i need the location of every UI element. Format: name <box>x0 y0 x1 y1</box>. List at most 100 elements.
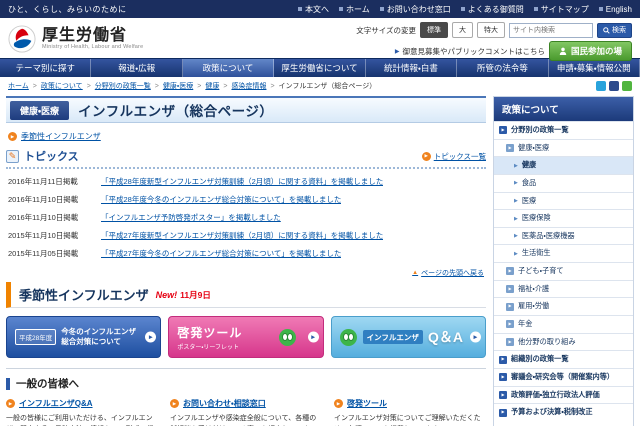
site-search-input[interactable] <box>509 22 593 38</box>
up-arrow-icon: ▲ <box>412 270 419 276</box>
sidebar-nav: ▶ 分野別の政策一覧 ▶ 健康・医療 ▶ 健康 ▶ 食品 ▶ 医療 ▶ 医療保険 ▶ 医薬品・… <box>494 121 633 421</box>
news-link[interactable]: 「平成27年度新型インフルエンザ対策訓練（2月頃）に関する資料」を掲載しました <box>101 230 383 241</box>
arrow-square-icon: ▶ <box>506 338 514 346</box>
topics-list-link[interactable]: トピックス一覧 <box>434 151 486 162</box>
banner-qa-text: Q＆A <box>427 329 463 345</box>
bullet-icon <box>598 7 603 11</box>
nav-item-about[interactable]: 厚生労働省について <box>274 59 366 77</box>
utility-link-main-content[interactable]: 本文へ <box>297 4 329 15</box>
sidebar-heading: 政策について <box>494 97 633 121</box>
font-size-standard-button[interactable]: 標準 <box>420 22 448 38</box>
sidebar-item-other-fields[interactable]: ▶ 他分野の取り組み <box>494 332 633 351</box>
sidebar-item-policy-by-org[interactable]: ▶ 組織別の政策一覧 <box>494 350 633 368</box>
banner-winter-countermeasures[interactable]: 平成28年度 今冬のインフルエンザ 総合対策について ▶ <box>6 316 162 358</box>
sidebar-item-policy-evaluation[interactable]: ▶ 政策評価・独立行政法人評価 <box>494 385 633 404</box>
banner-influenza-qa[interactable]: インフルエンザ Q＆A ▶ <box>330 316 486 358</box>
utility-link-contact[interactable]: お問い合わせ窓口 <box>379 4 451 15</box>
utility-links: 本文へ ホーム お問い合わせ窓口 よくある御質問 サイトマップ English <box>297 4 632 15</box>
general-heading: 一般の皆様へ <box>16 378 79 390</box>
sidebar-item-policy-by-field[interactable]: ▶ 分野別の政策一覧 <box>494 121 633 139</box>
sidebar-item-health-medical[interactable]: ▶ 健康・医療 <box>494 138 633 157</box>
sidebar-item-medical[interactable]: ▶ 医療 <box>494 191 633 210</box>
nav-item-statistics[interactable]: 統計情報・白書 <box>366 59 458 77</box>
breadcrumb-infection-info[interactable]: 感染症情報 <box>231 81 266 91</box>
banner-row: 平成28年度 今冬のインフルエンザ 総合対策について ▶ 啓発ツール ポスター・… <box>6 316 486 358</box>
seasonal-influenza-anchor-link[interactable]: 季節性インフルエンザ <box>21 131 101 142</box>
contact-consultation-link[interactable]: お問い合わせ・相談窓口 <box>183 398 266 409</box>
seasonal-heading: 季節性インフルエンザ <box>19 288 149 303</box>
sidebar-item-pension[interactable]: ▶ 年金 <box>494 315 633 333</box>
sidebar-item-pharmaceuticals[interactable]: ▶ 医薬品・医療機器 <box>494 226 633 245</box>
sidebar-item-welfare-care[interactable]: ▶ 福祉・介護 <box>494 279 633 298</box>
utility-link-home[interactable]: ホーム <box>338 4 370 15</box>
nav-item-laws[interactable]: 所管の法令等 <box>457 59 549 77</box>
arrow-square-icon: ▶ <box>499 355 507 364</box>
nav-item-press[interactable]: 報道・広報 <box>91 59 183 77</box>
font-size-xlarge-button[interactable]: 特大 <box>477 22 505 38</box>
back-to-top-link[interactable]: ▲ ページの先頭へ戻る <box>412 268 484 278</box>
influenza-qa-link[interactable]: インフルエンザQ&A <box>19 398 93 409</box>
nav-item-themes[interactable]: テーマ別に探す <box>0 59 92 77</box>
search-button[interactable]: 検索 <box>597 22 632 38</box>
triangle-icon: ▶ <box>394 48 400 55</box>
banner-text: 啓発ツール ポスター・リーフレット <box>177 325 243 351</box>
bullet-icon <box>338 7 343 11</box>
arrow-icon: ▶ <box>514 233 518 240</box>
news-link[interactable]: 「平成27年度今冬のインフルエンザ総合対策について」を掲載しました <box>101 248 341 259</box>
breadcrumb-current: インフルエンザ（総合ページ） <box>278 83 377 90</box>
sidebar-item-budget[interactable]: ▶ 予算および決算・税制改正 <box>494 403 633 421</box>
breadcrumb-home[interactable]: ホーム <box>8 81 29 91</box>
arrow-icon: ▶ <box>514 162 518 169</box>
news-list: 2016年11月11日掲載 「平成28年度新型インフルエンザ対策訓練（2月頃）に… <box>6 172 486 262</box>
utility-link-sitemap[interactable]: サイトマップ <box>533 4 589 15</box>
nav-item-policy[interactable]: 政策について <box>182 59 275 77</box>
page-title: インフルエンザ（総合ページ） <box>78 104 274 119</box>
breadcrumb-health-medical[interactable]: 健康・医療 <box>163 81 193 91</box>
mhlw-logo[interactable]: 厚生労働省 Ministry of Health, Labour and Wel… <box>8 21 143 56</box>
policy-sidebar: 政策について ▶ 分野別の政策一覧 ▶ 健康・医療 ▶ 健康 ▶ 食品 ▶ 医療 ▶ 医療保… <box>493 96 634 426</box>
awareness-tools-link[interactable]: 啓発ツール <box>347 398 387 409</box>
breadcrumb-health[interactable]: 健康 <box>205 81 219 91</box>
font-size-large-button[interactable]: 大 <box>452 22 473 38</box>
sidebar-item-medical-insurance[interactable]: ▶ 医療保険 <box>494 209 633 227</box>
sidebar-item-food[interactable]: ▶ 食品 <box>494 173 633 192</box>
utility-link-faq[interactable]: よくある御質問 <box>460 4 524 15</box>
news-item: 2016年11月10日掲載 「平成28年度今冬のインフルエンザ総合対策について」… <box>6 190 486 208</box>
sidebar-item-health[interactable]: ▶ 健康 <box>494 156 633 174</box>
breadcrumb-policy-list[interactable]: 分野別の政策一覧 <box>95 81 151 91</box>
share-icon[interactable] <box>622 81 632 91</box>
banner-text: インフルエンザ <box>362 330 423 344</box>
banner-awareness-tools[interactable]: 啓発ツール ポスター・リーフレット ▶ <box>168 316 324 358</box>
breadcrumb-policy[interactable]: 政策について <box>41 81 83 91</box>
share-icon[interactable] <box>609 81 619 91</box>
nav-item-applications[interactable]: 申請・募集・情報公開 <box>549 59 640 77</box>
news-link[interactable]: 「平成28年度今冬のインフルエンザ総合対策について」を掲載しました <box>101 194 341 205</box>
general-column-contact: ▶ お問い合わせ・相談窓口 インフルエンザや感染症全般について、各種の御相談を受… <box>170 398 322 426</box>
breadcrumb-separator: > <box>154 82 159 90</box>
sidebar-item-environmental-health[interactable]: ▶ 生活衛生 <box>494 244 633 263</box>
share-icon[interactable] <box>596 81 606 91</box>
news-date: 2015年11月10日掲載 <box>8 230 79 240</box>
category-badge: 健康・医療 <box>10 100 70 120</box>
pencil-icon: ✎ <box>6 149 19 163</box>
mascot-icon <box>339 328 357 346</box>
news-link[interactable]: 「インフルエンザ予防啓発ポスター」を掲載しました <box>101 212 281 223</box>
magnifier-icon <box>603 26 610 34</box>
news-link[interactable]: 「平成28年度新型インフルエンザ対策訓練（2月頃）に関する資料」を掲載しました <box>101 176 383 187</box>
citizen-participation-button[interactable]: 国民参加の場 <box>548 41 632 61</box>
public-comment-link[interactable]: ▶ 御意見募集やパブリックコメントはこちら <box>395 46 545 57</box>
general-columns: ▶ インフルエンザQ&A 一般の皆様にご利用いただける、インフルエンザの基本やそ… <box>6 398 486 426</box>
logo-subtitle: Ministry of Health, Labour and Welfare <box>42 44 144 51</box>
general-column-tools: ▶ 啓発ツール インフルエンザ対策についてご理解いただくための各種ツールを掲載し… <box>334 398 486 426</box>
banner-text: 今冬のインフルエンザ 総合対策について <box>61 327 137 346</box>
site-header: 厚生労働省 Ministry of Health, Labour and Wel… <box>0 18 640 61</box>
arrow-circle-icon: ▶ <box>8 132 17 141</box>
sidebar-item-councils[interactable]: ▶ 審議会・研究会等（開催案内等） <box>494 367 633 386</box>
news-item: 2016年11月11日掲載 「平成28年度新型インフルエンザ対策訓練（2月頃）に… <box>6 172 486 190</box>
sidebar-item-employment-labour[interactable]: ▶ 雇用・労働 <box>494 297 633 316</box>
column-description: インフルエンザや感染症全般について、各種の御相談を受け付けている窓口を紹介してい… <box>170 415 317 422</box>
utility-link-english[interactable]: English <box>598 5 632 14</box>
title-band: 健康・医療 インフルエンザ（総合ページ） <box>6 96 486 123</box>
page: ひと、くらし、みらいのために 本文へ ホーム お問い合わせ窓口 よくある御質問 … <box>0 0 640 426</box>
sidebar-item-children[interactable]: ▶ 子ども・子育て <box>494 262 633 280</box>
